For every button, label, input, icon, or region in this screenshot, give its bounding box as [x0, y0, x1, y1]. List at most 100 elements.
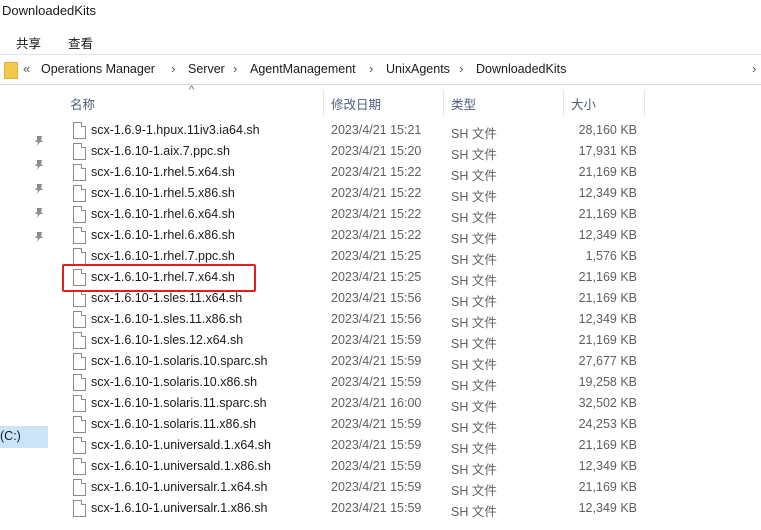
file-date: 2023/4/21 15:22 [331, 207, 422, 221]
ribbon: 共享 查看 [0, 28, 761, 55]
file-name: scx-1.6.10-1.solaris.10.sparc.sh [91, 354, 268, 368]
chevron-right-icon: › [369, 61, 374, 76]
file-icon [73, 122, 86, 139]
file-icon [73, 290, 86, 307]
file-row[interactable]: scx-1.6.10-1.universalr.1.x86.sh 2023/4/… [60, 499, 760, 520]
file-date: 2023/4/21 15:20 [331, 144, 422, 158]
pin-icon[interactable] [34, 231, 44, 243]
breadcrumb-server[interactable]: Server [188, 62, 225, 76]
ribbon-tab-share[interactable]: 共享 [16, 33, 41, 52]
nav-item-drive-c[interactable]: (C:) [0, 426, 48, 448]
file-date: 2023/4/21 15:22 [331, 186, 422, 200]
column-header-size[interactable]: 大小 [571, 94, 596, 113]
column-divider[interactable] [443, 90, 444, 116]
ribbon-tab-view[interactable]: 查看 [68, 33, 93, 52]
breadcrumb-agentmanagement[interactable]: AgentManagement [250, 62, 356, 76]
chevron-right-icon: › [233, 61, 238, 76]
file-size: 21,169 KB [578, 333, 637, 347]
file-size: 12,349 KB [578, 228, 637, 242]
file-name: scx-1.6.10-1.sles.12.x64.sh [91, 333, 244, 347]
file-name: scx-1.6.10-1.rhel.5.x64.sh [91, 165, 235, 179]
file-row[interactable]: scx-1.6.10-1.universalr.1.x64.sh 2023/4/… [60, 478, 760, 499]
file-row[interactable]: scx-1.6.10-1.sles.12.x64.sh 2023/4/21 15… [60, 331, 760, 352]
file-date: 2023/4/21 15:56 [331, 291, 422, 305]
file-icon [73, 374, 86, 391]
file-row[interactable]: scx-1.6.9-1.hpux.11iv3.ia64.sh 2023/4/21… [60, 121, 760, 142]
file-row[interactable]: scx-1.6.10-1.sles.11.x86.sh 2023/4/21 15… [60, 310, 760, 331]
file-row[interactable]: scx-1.6.10-1.rhel.6.x86.sh 2023/4/21 15:… [60, 226, 760, 247]
file-date: 2023/4/21 15:56 [331, 312, 422, 326]
file-type: SH 文件 [451, 232, 497, 246]
file-date: 2023/4/21 15:22 [331, 165, 422, 179]
file-row[interactable]: scx-1.6.10-1.rhel.5.x64.sh 2023/4/21 15:… [60, 163, 760, 184]
address-bar[interactable]: « Operations Manager › Server › AgentMan… [0, 56, 761, 85]
file-type: SH 文件 [451, 505, 497, 519]
breadcrumb-unixagents[interactable]: UnixAgents [386, 62, 450, 76]
column-header-type[interactable]: 类型 [451, 94, 476, 113]
file-row[interactable]: scx-1.6.10-1.solaris.11.x86.sh 2023/4/21… [60, 415, 760, 436]
file-size: 21,169 KB [578, 270, 637, 284]
column-divider[interactable] [644, 90, 645, 116]
file-icon [73, 500, 86, 517]
file-type: SH 文件 [451, 421, 497, 435]
file-type: SH 文件 [451, 190, 497, 204]
file-name: scx-1.6.10-1.universalr.1.x64.sh [91, 480, 268, 494]
column-divider[interactable] [323, 90, 324, 116]
file-type: SH 文件 [451, 148, 497, 162]
file-type: SH 文件 [451, 337, 497, 351]
file-size: 28,160 KB [578, 123, 637, 137]
file-row[interactable]: scx-1.6.10-1.rhel.6.x64.sh 2023/4/21 15:… [60, 205, 760, 226]
file-date: 2023/4/21 15:21 [331, 123, 422, 137]
pin-icon[interactable] [34, 159, 44, 171]
file-type: SH 文件 [451, 484, 497, 498]
breadcrumb-operations-manager[interactable]: Operations Manager [41, 62, 155, 76]
file-row[interactable]: scx-1.6.10-1.solaris.10.x86.sh 2023/4/21… [60, 373, 760, 394]
file-type: SH 文件 [451, 358, 497, 372]
highlight-box [62, 264, 256, 292]
file-icon [73, 458, 86, 475]
file-type: SH 文件 [451, 316, 497, 330]
folder-icon [4, 62, 18, 79]
file-date: 2023/4/21 15:59 [331, 438, 422, 452]
file-size: 21,169 KB [578, 207, 637, 221]
column-header-date[interactable]: 修改日期 [331, 94, 381, 113]
file-icon [73, 395, 86, 412]
file-type: SH 文件 [451, 400, 497, 414]
pin-icon[interactable] [34, 183, 44, 195]
file-name: scx-1.6.10-1.rhel.6.x64.sh [91, 207, 235, 221]
file-type: SH 文件 [451, 442, 497, 456]
file-name: scx-1.6.10-1.aix.7.ppc.sh [91, 144, 230, 158]
file-icon [73, 437, 86, 454]
file-name: scx-1.6.10-1.solaris.11.x86.sh [91, 417, 257, 431]
file-icon [73, 416, 86, 433]
pin-icon[interactable] [34, 135, 44, 147]
file-row[interactable]: scx-1.6.10-1.solaris.10.sparc.sh 2023/4/… [60, 352, 760, 373]
file-size: 27,677 KB [578, 354, 637, 368]
breadcrumb-downloadedkits[interactable]: DownloadedKits [476, 62, 566, 76]
file-date: 2023/4/21 15:25 [331, 249, 422, 263]
file-date: 2023/4/21 16:00 [331, 396, 422, 410]
file-row[interactable]: scx-1.6.10-1.aix.7.ppc.sh 2023/4/21 15:2… [60, 142, 760, 163]
file-row[interactable]: scx-1.6.10-1.universald.1.x86.sh 2023/4/… [60, 457, 760, 478]
file-size: 1,576 KB [585, 249, 637, 263]
file-date: 2023/4/21 15:22 [331, 228, 422, 242]
file-row[interactable]: scx-1.6.10-1.solaris.11.sparc.sh 2023/4/… [60, 394, 760, 415]
file-row[interactable]: scx-1.6.10-1.sles.11.x64.sh 2023/4/21 15… [60, 289, 760, 310]
file-icon [73, 248, 86, 265]
file-icon [73, 164, 86, 181]
file-row[interactable]: scx-1.6.10-1.rhel.5.x86.sh 2023/4/21 15:… [60, 184, 760, 205]
file-name: scx-1.6.10-1.solaris.11.sparc.sh [91, 396, 267, 410]
drive-label: (C:) [0, 429, 21, 443]
file-name: scx-1.6.10-1.sles.11.x64.sh [91, 291, 243, 305]
file-type: SH 文件 [451, 379, 497, 393]
file-name: scx-1.6.10-1.universalr.1.x86.sh [91, 501, 268, 515]
file-name: scx-1.6.10-1.universald.1.x86.sh [91, 459, 271, 473]
column-divider[interactable] [563, 90, 564, 116]
file-row[interactable]: scx-1.6.10-1.universald.1.x64.sh 2023/4/… [60, 436, 760, 457]
column-header-name[interactable]: 名称 [70, 94, 95, 113]
pin-icon[interactable] [34, 207, 44, 219]
breadcrumb-overflow[interactable]: « [23, 61, 30, 76]
file-name: scx-1.6.9-1.hpux.11iv3.ia64.sh [91, 123, 260, 137]
file-size: 12,349 KB [578, 459, 637, 473]
file-name: scx-1.6.10-1.rhel.6.x86.sh [91, 228, 235, 242]
